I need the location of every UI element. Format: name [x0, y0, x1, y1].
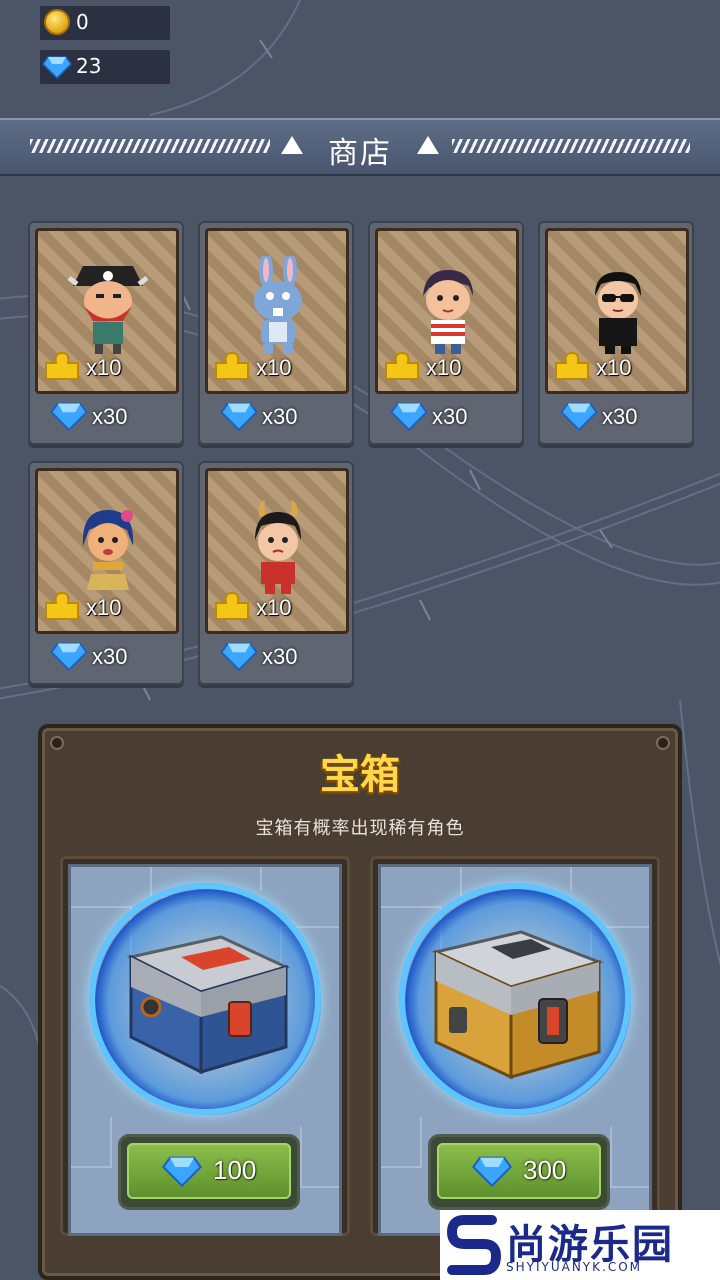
sunglasses-character-icon [595, 272, 641, 354]
chest-title: 宝箱 [320, 752, 400, 798]
blue-diamond-icon [220, 402, 258, 431]
buy-gold-chest-button[interactable]: 300 [431, 1137, 607, 1207]
fragment-count: x10 [86, 595, 122, 620]
character-art: x10 [35, 228, 179, 394]
price-value: x30 [602, 404, 638, 429]
gold-coin-icon [44, 9, 70, 35]
devil-girl-character-icon [255, 500, 301, 594]
puzzle-fragment-icon [215, 351, 249, 380]
chest-panel: 宝箱 宝箱有概率出现稀有角色 100 300 [38, 724, 682, 1280]
puzzle-fragment-icon [555, 351, 589, 380]
character-card-devil-girl[interactable]: x10 x30 [198, 461, 354, 685]
watermark-url: SHYIYUANYK.COM [506, 1260, 642, 1274]
blue-diamond-icon [50, 642, 88, 671]
button-face: 300 [437, 1143, 601, 1199]
blue-diamond-icon [220, 642, 258, 671]
character-art: x10 [205, 468, 349, 634]
price-value: x30 [262, 404, 298, 429]
hula-girl-character-icon [82, 510, 134, 590]
striped-shirt-character-icon [423, 270, 473, 354]
chest-display: 100 [68, 864, 342, 1236]
fragment-count: x10 [426, 355, 462, 380]
price-tag[interactable]: x30 [198, 637, 354, 677]
puzzle-fragment-icon [215, 591, 249, 620]
chest-slot-blue[interactable]: 100 [60, 856, 350, 1236]
character-card-rabbit[interactable]: x10 x30 [198, 221, 354, 445]
site-watermark: 尚游乐园 SHYIYUANYK.COM [440, 1210, 720, 1280]
blue-diamond-icon [50, 402, 88, 431]
puzzle-fragment-icon [45, 591, 79, 620]
price-value: x30 [92, 644, 128, 669]
pirate-character-icon [67, 266, 149, 354]
banner-stripes-right [452, 139, 690, 153]
blue-chest-icon [126, 935, 291, 1075]
character-art: x10 [545, 228, 689, 394]
blue-diamond-icon [560, 402, 598, 431]
banner-stripes-left [30, 139, 270, 153]
puzzle-fragment-icon [385, 351, 419, 380]
price-value: x30 [92, 404, 128, 429]
price-tag[interactable]: x30 [538, 397, 694, 437]
character-card-hula-girl[interactable]: x10 x30 [28, 461, 184, 685]
triangle-icon [417, 136, 439, 154]
chest-slot-gold[interactable]: 300 [370, 856, 660, 1236]
gem-amount: 23 [76, 54, 102, 78]
blue-diamond-icon [472, 1156, 512, 1187]
gold-chest-icon [431, 930, 604, 1080]
blue-diamond-icon [42, 56, 72, 79]
price-value: x30 [262, 644, 298, 669]
character-art: x10 [205, 228, 349, 394]
shop-title: 商店 [328, 136, 392, 171]
character-card-pirate[interactable]: x10 x30 [28, 221, 184, 445]
fragment-count: x10 [256, 595, 292, 620]
price-tag[interactable]: x30 [28, 397, 184, 437]
character-card-sunglasses[interactable]: x10 x30 [538, 221, 694, 445]
chest-display: 300 [378, 864, 652, 1236]
coin-counter: 0 [40, 6, 170, 40]
watermark-logo-icon [446, 1215, 502, 1275]
button-face: 100 [127, 1143, 291, 1199]
character-card-striped-shirt[interactable]: x10 x30 [368, 221, 524, 445]
fragment-count: x10 [596, 355, 632, 380]
chest-price: 300 [523, 1155, 567, 1185]
fragment-count: x10 [86, 355, 122, 380]
blue-diamond-icon [162, 1156, 202, 1187]
gem-counter: 23 [40, 50, 170, 84]
blue-diamond-icon [390, 402, 428, 431]
shop-banner: 商店 [0, 118, 720, 176]
price-tag[interactable]: x30 [28, 637, 184, 677]
character-art: x10 [35, 468, 179, 634]
buy-blue-chest-button[interactable]: 100 [121, 1137, 297, 1207]
chest-price: 100 [213, 1155, 257, 1185]
price-value: x30 [432, 404, 468, 429]
chest-subtitle: 宝箱有概率出现稀有角色 [255, 818, 465, 839]
character-art: x10 [375, 228, 519, 394]
puzzle-fragment-icon [45, 351, 79, 380]
rabbit-character-icon [254, 256, 302, 354]
triangle-icon [281, 136, 303, 154]
coin-amount: 0 [76, 10, 89, 34]
fragment-count: x10 [256, 355, 292, 380]
price-tag[interactable]: x30 [198, 397, 354, 437]
price-tag[interactable]: x30 [368, 397, 524, 437]
